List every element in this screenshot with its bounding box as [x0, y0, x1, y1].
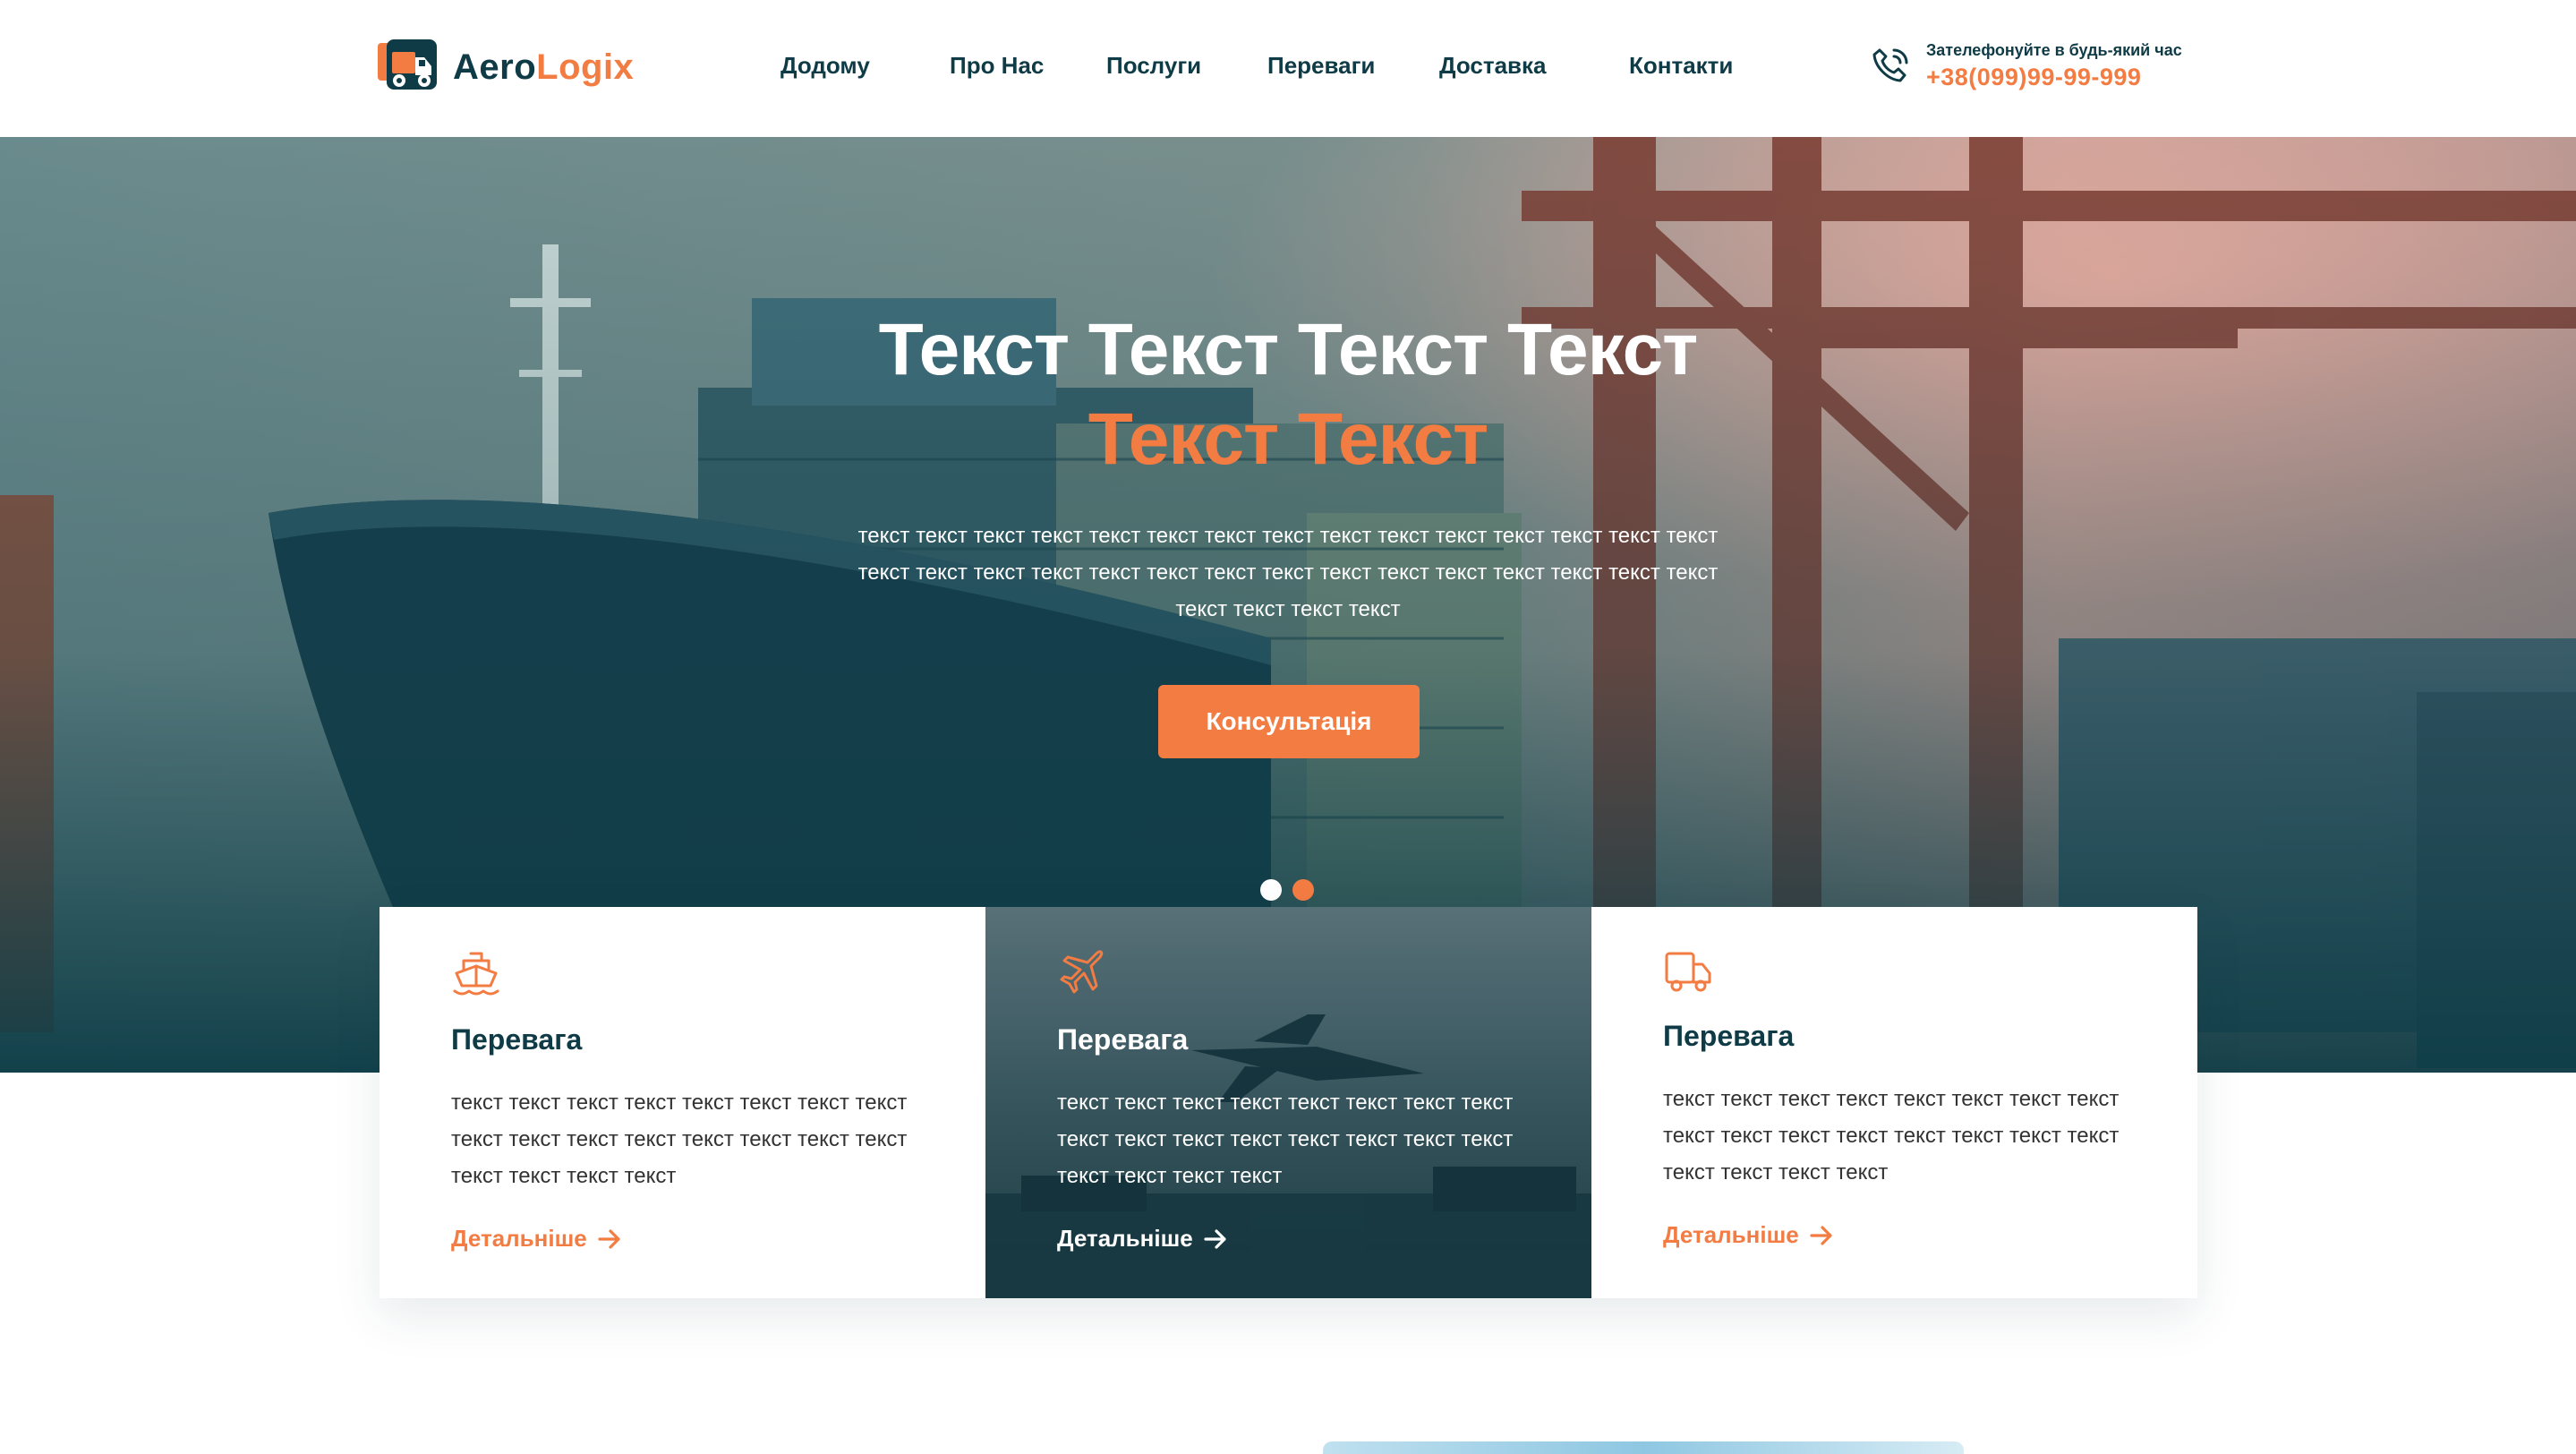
phone-icon — [1872, 48, 1908, 82]
nav-item-about[interactable]: Про Нас — [950, 52, 1044, 80]
card-title: Перевага — [1663, 1020, 1795, 1052]
nav-item-contacts[interactable]: Контакти — [1629, 52, 1733, 80]
advantage-card-ship: Перевага текст текст текст текст текст т… — [380, 907, 985, 1298]
ship-icon — [453, 952, 499, 996]
card-text: текст текст текст текст текст текст текс… — [1663, 1087, 2120, 1185]
hero-title: Текст Текст Текст Текст — [878, 309, 1699, 390]
more-link-label: Детальніше — [451, 1225, 587, 1252]
phone-caption: Зателефонуйте в будь-який час — [1926, 41, 2182, 59]
arrow-right-icon — [598, 1228, 620, 1249]
nav-item-services[interactable]: Послуги — [1106, 52, 1201, 80]
more-link-label: Детальніше — [1057, 1225, 1193, 1252]
slider-dot-2[interactable] — [1292, 879, 1314, 901]
slider-dots — [1260, 879, 1314, 901]
advantage-card-truck: Перевага текст текст текст текст текст т… — [1591, 907, 2197, 1298]
arrow-right-icon — [1204, 1228, 1226, 1249]
advantages-cards: Перевага текст текст текст текст текст т… — [380, 907, 2197, 1298]
card-more-link[interactable]: Детальніше — [1057, 1225, 1227, 1253]
phone-number[interactable]: +38(099)99-99-999 — [1926, 61, 2182, 93]
nav-item-advantages[interactable]: Переваги — [1267, 52, 1375, 80]
card-title: Перевага — [1057, 1023, 1189, 1056]
slider-dot-1[interactable] — [1260, 879, 1282, 901]
hero-title-accent: Текст Текст — [1088, 398, 1488, 480]
card-text: текст текст текст текст текст текст текс… — [451, 1090, 908, 1188]
arrow-right-icon — [1810, 1225, 1832, 1245]
more-link-label: Детальніше — [1663, 1221, 1799, 1248]
card-text: текст текст текст текст текст текст текс… — [1057, 1090, 1514, 1188]
main-nav: Додому Про Нас Послуги Переваги Доставка… — [0, 52, 2576, 88]
next-section-image — [1323, 1441, 1964, 1454]
card-more-link[interactable]: Детальніше — [451, 1225, 621, 1253]
airplane-icon — [1060, 950, 1104, 994]
advantage-card-air: Перевага текст текст текст текст текст т… — [985, 907, 1591, 1298]
truck-icon — [1665, 952, 1711, 992]
card-title: Перевага — [451, 1023, 583, 1056]
contact-phone[interactable]: Зателефонуйте в будь-який час +38(099)99… — [1869, 39, 2182, 93]
consultation-button[interactable]: Консультація — [1158, 685, 1420, 758]
nav-item-delivery[interactable]: Доставка — [1439, 52, 1547, 80]
card-more-link[interactable]: Детальніше — [1663, 1221, 1833, 1249]
hero-description: текст текст текст текст текст текст текс… — [857, 524, 1719, 621]
site-header: AeroLogix Додому Про Нас Послуги Переваг… — [0, 0, 2576, 137]
nav-item-home[interactable]: Додому — [780, 52, 870, 80]
